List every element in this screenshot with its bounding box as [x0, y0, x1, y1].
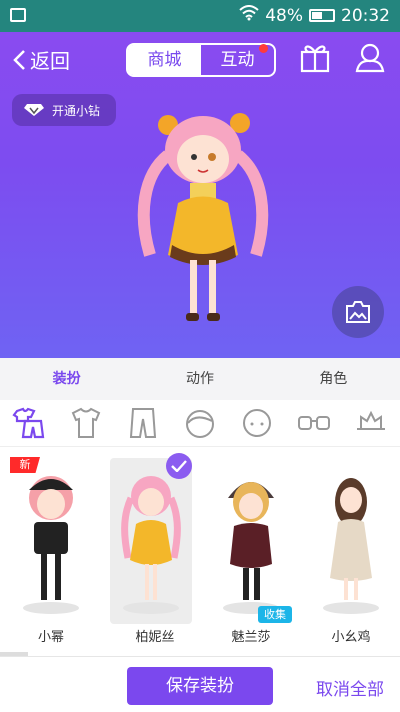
collect-tag: 收集	[258, 606, 292, 623]
tab-interact-label: 互动	[220, 50, 255, 70]
vip-badge-button[interactable]: 开通小钻	[12, 94, 116, 126]
new-tag: 新	[10, 457, 40, 473]
mode-tabs: 商城 互动	[126, 43, 276, 77]
back-button[interactable]: 返回	[12, 45, 70, 74]
avatar-figure	[137, 113, 269, 321]
pants-icon[interactable]	[114, 400, 171, 446]
chevron-left-icon	[13, 49, 25, 70]
list-item-selected[interactable]: 柏妮丝	[110, 448, 200, 648]
avatar-thumbnail	[23, 476, 79, 614]
back-label: 返回	[30, 49, 70, 73]
vip-badge-label: 开通小钻	[52, 103, 101, 118]
tab-interact[interactable]: 互动	[201, 44, 274, 75]
tab-character[interactable]: 角色	[267, 358, 400, 400]
battery-percent: 48%	[265, 5, 303, 26]
shirt-icon[interactable]	[57, 400, 114, 446]
gift-button[interactable]	[298, 40, 332, 78]
gallery-icon	[10, 8, 26, 22]
item-name: 小幂	[37, 630, 64, 645]
tab-action[interactable]: 动作	[133, 358, 266, 400]
diamond-icon	[24, 104, 44, 116]
gift-icon	[300, 45, 330, 73]
item-name: 柏妮丝	[135, 630, 175, 645]
wifi-icon	[239, 5, 259, 26]
save-outfit-button[interactable]: 保存装扮	[127, 667, 273, 705]
bottom-bar: 保存装扮 取消全部	[0, 656, 400, 712]
avatar-thumbnail	[223, 482, 279, 614]
outfit-icon[interactable]	[0, 400, 57, 446]
camera-button[interactable]	[332, 286, 384, 338]
profile-button[interactable]	[353, 40, 387, 78]
face-icon[interactable]	[229, 400, 286, 446]
user-icon	[355, 43, 385, 73]
clock: 20:32	[341, 5, 390, 26]
list-item[interactable]: 小幂	[6, 448, 96, 648]
item-name: 魅兰莎	[231, 630, 271, 645]
item-list: 小幂 新 柏妮丝 魅兰莎 小幺鸡	[0, 448, 400, 658]
glasses-icon[interactable]	[286, 400, 343, 446]
hat-icon[interactable]	[343, 400, 400, 446]
cancel-all-button[interactable]: 取消全部	[316, 675, 384, 700]
battery-icon	[309, 9, 335, 22]
category-tabs: 装扮 动作 角色	[0, 358, 400, 400]
status-bar: 48% 20:32	[0, 0, 400, 32]
avatar-thumbnail	[121, 476, 181, 614]
camera-icon	[346, 301, 370, 323]
item-name: 小幺鸡	[331, 630, 371, 645]
tab-outfit[interactable]: 装扮	[0, 358, 133, 400]
avatar-thumbnail	[323, 478, 379, 614]
tab-shop[interactable]: 商城	[128, 45, 201, 75]
outfit-category-icons	[0, 400, 400, 447]
list-item[interactable]: 小幺鸡	[306, 448, 396, 648]
hair-icon[interactable]	[171, 400, 228, 446]
notification-dot	[259, 44, 268, 53]
check-icon	[166, 453, 192, 479]
